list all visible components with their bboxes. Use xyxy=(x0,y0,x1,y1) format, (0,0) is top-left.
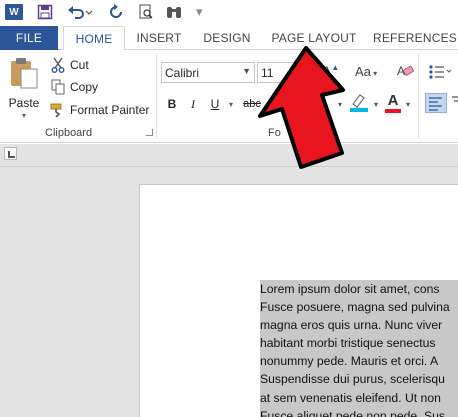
tab-insert[interactable]: INSERT xyxy=(130,26,188,50)
chevron-down-icon[interactable]: ▼ xyxy=(242,66,251,76)
bold-button[interactable]: B xyxy=(165,95,179,113)
ruler-divider xyxy=(0,166,458,167)
font-size-value: 11 xyxy=(261,65,274,80)
paste-dropdown-icon[interactable]: ▾ xyxy=(6,111,42,120)
document-workspace: Lorem ipsum dolor sit amet, cons Fusce p… xyxy=(0,144,458,417)
paste-icon xyxy=(11,58,38,89)
italic-button[interactable]: I xyxy=(186,95,200,113)
paste-label: Paste xyxy=(8,96,40,110)
print-preview-icon xyxy=(139,4,153,19)
save-icon xyxy=(37,4,53,20)
align-left-button[interactable] xyxy=(425,93,447,113)
format-painter-label: Format Painter xyxy=(70,103,150,117)
undo-icon xyxy=(68,6,93,19)
font-name-value: Calibri xyxy=(165,65,200,80)
change-case-button[interactable]: Aa ▾ xyxy=(355,64,377,79)
group-separator xyxy=(418,54,419,138)
find-button[interactable] xyxy=(162,0,186,24)
ribbon: Paste ▾ Cut Copy Format Painter Clipboar… xyxy=(0,50,458,143)
subscript-button[interactable]: x₂ xyxy=(268,95,286,113)
format-painter-button[interactable]: Format Painter xyxy=(50,100,149,120)
save-button[interactable] xyxy=(33,0,57,24)
font-color-swatch xyxy=(385,109,401,113)
document-line: nonummy pede. Mauris et orci. A xyxy=(260,352,458,371)
font-group-label: Fo xyxy=(268,127,281,139)
print-preview-button[interactable] xyxy=(134,0,158,24)
redo-icon xyxy=(110,4,122,18)
font-color-dropdown-icon[interactable]: ▾ xyxy=(403,95,413,113)
redo-button[interactable] xyxy=(104,0,128,24)
scissors-icon xyxy=(50,57,66,73)
document-page[interactable]: Lorem ipsum dolor sit amet, cons Fusce p… xyxy=(139,184,458,417)
underline-button[interactable]: U xyxy=(207,95,223,113)
clipboard-dialog-launcher-icon[interactable] xyxy=(146,129,153,136)
word-logo-icon: W xyxy=(5,4,23,20)
paste-button[interactable]: Paste ▾ xyxy=(6,56,42,120)
bullet-list-icon xyxy=(429,65,452,79)
align-center-button[interactable] xyxy=(450,93,458,113)
group-separator xyxy=(156,54,157,138)
quick-access-toolbar: W ▾ xyxy=(0,0,458,26)
document-line: Fusce posuere, magna sed pulvina xyxy=(260,298,458,317)
strikethrough-button[interactable]: abc xyxy=(240,95,264,113)
font-size-combo[interactable]: 11 ▼ xyxy=(257,62,303,83)
highlight-button[interactable] xyxy=(349,92,371,114)
tab-home[interactable]: HOME xyxy=(63,26,125,51)
ribbon-tab-bar: FILE HOME INSERT DESIGN PAGE LAYOUT REFE… xyxy=(0,26,458,51)
clear-formatting-button[interactable]: A xyxy=(396,62,414,85)
tab-references[interactable]: REFERENCES xyxy=(372,26,458,50)
customize-qat-icon[interactable]: ▾ xyxy=(196,4,203,20)
binoculars-icon xyxy=(167,7,181,18)
document-line: magna eros quis urna. Nunc viver xyxy=(260,316,458,335)
copy-label: Copy xyxy=(70,80,99,94)
text-effects-button[interactable]: A xyxy=(316,93,328,111)
undo-button[interactable] xyxy=(64,0,96,24)
tab-selector-icon[interactable] xyxy=(4,147,17,160)
tab-design[interactable]: DESIGN xyxy=(197,26,257,50)
document-line: at sem venenatis eleifend. Ut non xyxy=(260,388,458,407)
document-line: Fusce aliquet pede non pede. Sus xyxy=(260,406,458,417)
highlight-dropdown-icon[interactable]: ▾ xyxy=(371,95,381,113)
document-line: Lorem ipsum dolor sit amet, cons xyxy=(260,280,458,299)
align-left-icon xyxy=(429,97,442,111)
chevron-down-icon[interactable]: ▼ xyxy=(290,66,299,76)
font-name-combo[interactable]: Calibri ▼ xyxy=(161,62,255,83)
copy-icon xyxy=(50,79,66,95)
clipboard-group-label: Clipboard xyxy=(45,127,93,139)
align-center-icon xyxy=(452,96,458,102)
cut-button[interactable]: Cut xyxy=(50,55,89,75)
font-color-label: A xyxy=(387,92,399,109)
paintbrush-icon xyxy=(50,102,66,118)
document-line: habitant morbi tristique senectus xyxy=(260,334,458,353)
document-line: Suspendisse dui purus, scelerisqu xyxy=(260,370,458,389)
change-case-label: Aa xyxy=(355,64,371,79)
grow-font-button[interactable]: A▲ xyxy=(322,63,339,79)
copy-button[interactable]: Copy xyxy=(50,77,98,97)
tab-page-layout[interactable]: PAGE LAYOUT xyxy=(266,26,362,50)
bullets-button[interactable] xyxy=(428,64,452,85)
eraser-icon: A xyxy=(397,64,414,78)
document-body[interactable]: Lorem ipsum dolor sit amet, cons Fusce p… xyxy=(260,280,458,417)
underline-dropdown-icon[interactable]: ▾ xyxy=(225,95,237,113)
text-effects-dropdown-icon[interactable]: ▾ xyxy=(335,95,345,113)
font-color-button[interactable]: A xyxy=(384,92,402,114)
tab-file[interactable]: FILE xyxy=(0,26,58,50)
cut-label: Cut xyxy=(70,58,89,72)
highlighter-icon xyxy=(350,94,368,112)
